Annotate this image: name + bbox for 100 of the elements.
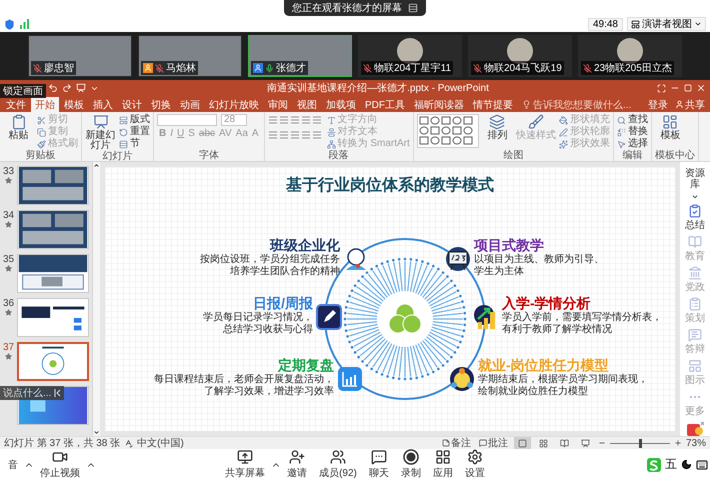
input-method-logo-icon[interactable] — [647, 458, 661, 472]
slide-thumbnail[interactable] — [17, 254, 89, 293]
scroll-up-icon[interactable] — [93, 162, 100, 169]
keyboard-icon[interactable] — [696, 458, 708, 470]
participant-name: 物联204丁星宇11 — [374, 62, 452, 75]
headset-person-icon — [346, 248, 366, 270]
ribbon-tab[interactable]: PDF工具 — [361, 97, 409, 112]
paint-bucket-icon — [558, 116, 568, 124]
list-icon[interactable] — [408, 3, 418, 13]
chat-input[interactable]: 说点什么... — [0, 386, 64, 400]
pen-icon — [558, 128, 568, 136]
moon-icon[interactable] — [681, 459, 692, 470]
panel-item[interactable]: 党政 — [685, 266, 705, 294]
ribbon-group-label: 编辑 — [622, 150, 642, 161]
slideshow-icon — [580, 438, 590, 448]
ribbon-tab[interactable]: 开始 — [31, 97, 59, 112]
scroll-down-icon[interactable] — [93, 429, 100, 436]
ribbon-button[interactable]: 替换 — [616, 126, 648, 138]
ribbon-display-icon[interactable] — [657, 84, 666, 92]
grid-view-icon — [538, 438, 548, 448]
ribbon-button[interactable]: 查找 — [616, 114, 648, 126]
lightbulb-icon — [522, 100, 531, 109]
toolbar-button[interactable]: 录制 — [394, 449, 427, 479]
ribbon-button[interactable]: 粘贴 — [3, 114, 34, 141]
collapse-icon[interactable] — [54, 389, 62, 397]
share-screen-icon — [237, 449, 254, 465]
members-icon — [330, 449, 346, 465]
slide-number: 36 — [2, 298, 14, 309]
slide-number: 35 — [2, 254, 14, 265]
slide-thumbnail[interactable] — [17, 298, 89, 337]
note-icon — [442, 439, 450, 447]
toolbar-button[interactable]: 共享屏幕 — [219, 449, 272, 479]
input-mode-label[interactable]: 五 — [665, 456, 677, 473]
item-description: 按岗位设班，学员分组完成任务 — [200, 254, 340, 266]
toolbar-button[interactable]: 设置 — [458, 449, 491, 479]
redo-icon[interactable] — [62, 83, 72, 93]
undo-icon[interactable] — [48, 83, 58, 93]
caret-icon[interactable] — [691, 193, 699, 201]
ribbon-tab[interactable]: 文件 — [2, 97, 30, 112]
restore-icon[interactable] — [684, 84, 692, 92]
ribbon-tab[interactable]: 视图 — [293, 97, 321, 112]
slide-thumbnail[interactable] — [17, 210, 89, 249]
ribbon-button[interactable]: 新建幻灯片 — [85, 114, 116, 151]
font-name-field[interactable] — [157, 114, 217, 126]
ribbon-tab[interactable]: 幻灯片放映 — [205, 97, 263, 112]
ribbon-tab[interactable]: 福昕阅读器 — [410, 97, 468, 112]
ribbon-tab[interactable]: 加载项 — [322, 97, 360, 112]
ribbon-button[interactable]: 重置 — [119, 126, 150, 138]
ribbon-tab[interactable]: 切换 — [147, 97, 175, 112]
toolbar-button[interactable]: 停止视频 — [34, 449, 86, 479]
ribbon-tab[interactable]: 审阅 — [264, 97, 292, 112]
panel-item[interactable]: 总结 — [685, 204, 705, 232]
ribbon-tab[interactable]: 动画 — [176, 97, 204, 112]
ribbon-button[interactable]: 版式 — [119, 114, 150, 126]
view-button[interactable] — [514, 437, 531, 449]
brush-icon — [528, 114, 544, 130]
item-heading: 日报/周报 — [253, 295, 313, 312]
shield-icon[interactable] — [4, 18, 15, 30]
ribbon-tab[interactable]: 插入 — [89, 97, 117, 112]
slide-thumbnail[interactable] — [17, 166, 89, 205]
toolbar-button[interactable]: 邀请 — [281, 449, 314, 479]
reset-icon — [119, 128, 128, 136]
panel-item[interactable]: 策划 — [685, 296, 705, 325]
toolbar-button[interactable]: 聊天 — [362, 449, 395, 479]
slider-thumb[interactable] — [638, 438, 642, 448]
ribbon-button[interactable]: 排列 — [482, 114, 513, 141]
slide-thumbnail[interactable] — [17, 342, 89, 381]
search-icon — [616, 116, 626, 124]
item-description: 绘制就业岗位胜任力模型 — [478, 386, 588, 398]
slideshow-icon[interactable] — [76, 83, 86, 93]
share-button[interactable]: 共享 — [672, 97, 708, 112]
shape-gallery[interactable] — [416, 114, 479, 148]
tell-me-field[interactable]: 告诉我您想要做什么... — [533, 98, 632, 112]
item-description: 学员每日记录学习情况， — [203, 312, 313, 324]
view-mode-button[interactable]: 演讲者视图 — [627, 17, 706, 31]
spellcheck-icon[interactable] — [124, 438, 134, 448]
comments-button[interactable]: 批注 — [476, 436, 510, 450]
ribbon-tab[interactable]: 情节提要 — [469, 97, 517, 112]
font-size-field[interactable]: 28 — [221, 114, 247, 126]
panel-item[interactable]: 教育 — [685, 234, 705, 263]
participant-name: 马焰林 — [166, 62, 196, 75]
sign-in-link[interactable]: 登录 — [645, 97, 671, 112]
ribbon-button[interactable]: 选择 — [616, 138, 648, 150]
ribbon-button[interactable]: 模板 — [654, 114, 686, 141]
panel-item[interactable]: 答辩 — [685, 328, 705, 356]
scrollbar[interactable] — [92, 162, 100, 436]
toolbar-button[interactable]: 应用 — [426, 449, 459, 479]
panel-item[interactable]: 图示 — [685, 358, 705, 387]
ribbon-tab[interactable]: 模板 — [60, 97, 88, 112]
zoom-in-icon[interactable] — [674, 439, 682, 447]
close-icon[interactable] — [696, 83, 706, 93]
toolbar-button[interactable]: 成员(92) — [313, 449, 363, 479]
ribbon-tab[interactable]: 设计 — [118, 97, 146, 112]
notes-button[interactable]: 备注 — [440, 436, 473, 450]
item-description: 学生为主体 — [474, 266, 524, 278]
ribbon-button[interactable]: 节 — [119, 138, 150, 150]
gift-envelope-icon[interactable] — [686, 420, 704, 436]
participant-name: 23物联205田立杰 — [594, 62, 672, 75]
toolbar-button[interactable]: 音 — [2, 458, 24, 472]
panel-item[interactable]: 更多 — [685, 390, 705, 418]
